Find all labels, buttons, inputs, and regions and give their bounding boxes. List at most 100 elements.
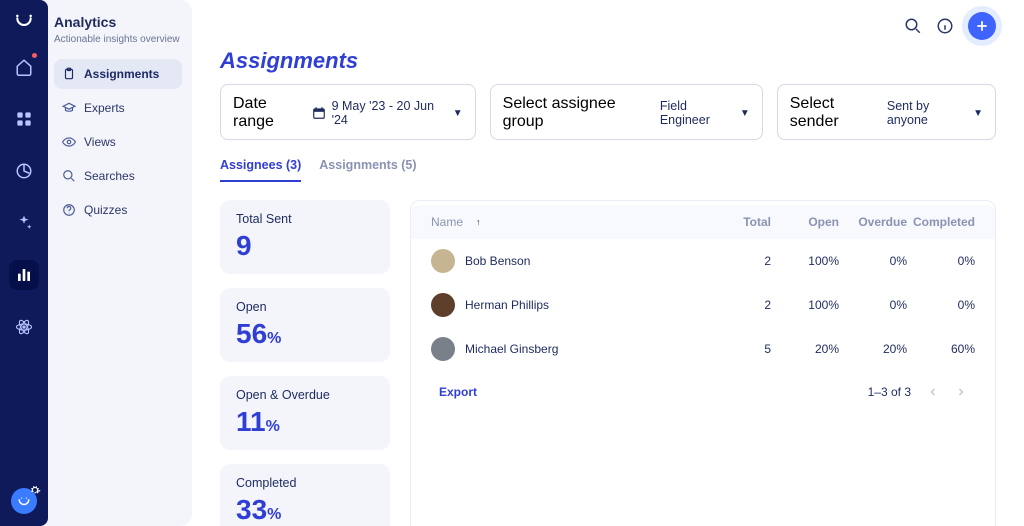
col-name[interactable]: Name↑ <box>431 215 703 229</box>
nav-rail <box>0 0 48 526</box>
chevron-down-icon: ▼ <box>453 108 463 119</box>
avatar <box>431 249 455 273</box>
filter-value: 9 May '23 - 20 Jun '24 <box>332 99 453 127</box>
col-overdue[interactable]: Overdue <box>839 215 907 229</box>
sidebar-item-label: Quizzes <box>84 203 127 217</box>
clipboard-icon <box>62 67 76 81</box>
sidebar-item-assignments[interactable]: Assignments <box>54 59 182 89</box>
search-button[interactable] <box>904 17 922 35</box>
stat-title: Total Sent <box>236 212 374 226</box>
cell-total: 5 <box>703 342 771 356</box>
chevron-down-icon: ▼ <box>973 108 983 119</box>
rail-atom[interactable] <box>9 312 39 342</box>
cell-overdue: 20% <box>839 342 907 356</box>
col-total[interactable]: Total <box>703 215 771 229</box>
filter-value: Field Engineer <box>660 99 740 127</box>
cell-total: 2 <box>703 298 771 312</box>
cell-overdue: 0% <box>839 298 907 312</box>
filter-assignee-group[interactable]: Select assignee group Field Engineer ▼ <box>490 84 763 140</box>
filter-date-range[interactable]: Date range 9 May '23 - 20 Jun '24 ▼ <box>220 84 476 140</box>
sidebar-item-searches[interactable]: Searches <box>54 161 182 191</box>
filter-label: Select assignee group <box>503 95 660 131</box>
cell-open: 100% <box>771 298 839 312</box>
cell-name: Bob Benson <box>465 254 530 268</box>
sidebar-item-label: Searches <box>84 169 135 183</box>
gear-icon <box>29 484 41 496</box>
sort-asc-icon: ↑ <box>476 217 481 227</box>
logo-icon <box>14 10 34 30</box>
stat-open-overdue: Open & Overdue 11% <box>220 376 390 450</box>
chevron-down-icon: ▼ <box>740 108 750 119</box>
rail-home[interactable] <box>9 52 39 82</box>
table-row[interactable]: Michael Ginsberg 5 20% 20% 60% <box>411 327 995 371</box>
assignees-table: Name↑ Total Open Overdue Completed Bob B… <box>410 200 996 526</box>
content: Assignments Date range 9 May '23 - 20 Ju… <box>192 0 1024 526</box>
sidebar-item-label: Assignments <box>84 67 159 81</box>
cell-overdue: 0% <box>839 254 907 268</box>
stat-completed: Completed 33% <box>220 464 390 526</box>
filter-label: Select sender <box>790 95 887 131</box>
sidebar: Analytics Actionable insights overview A… <box>44 0 192 526</box>
table-footer: Export 1–3 of 3 <box>411 371 995 413</box>
table-header: Name↑ Total Open Overdue Completed <box>411 205 995 239</box>
academic-cap-icon <box>62 101 76 115</box>
stat-value: 11 <box>236 406 266 437</box>
cell-total: 2 <box>703 254 771 268</box>
stat-title: Open & Overdue <box>236 388 374 402</box>
sidebar-item-views[interactable]: Views <box>54 127 182 157</box>
stat-unit: % <box>266 418 280 435</box>
col-open[interactable]: Open <box>771 215 839 229</box>
cell-completed: 60% <box>907 342 975 356</box>
page-title: Assignments <box>220 48 996 74</box>
notification-dot <box>32 53 37 58</box>
tab-assignees[interactable]: Assignees (3) <box>220 158 301 182</box>
stat-title: Completed <box>236 476 374 490</box>
info-button[interactable] <box>936 17 954 35</box>
avatar <box>431 337 455 361</box>
stat-value: 9 <box>236 230 252 261</box>
sidebar-item-quizzes[interactable]: Quizzes <box>54 195 182 225</box>
stat-unit: % <box>267 330 281 347</box>
help-circle-icon <box>62 203 76 217</box>
sidebar-item-label: Views <box>84 135 116 149</box>
sidebar-item-label: Experts <box>84 101 125 115</box>
page-prev[interactable] <box>927 386 939 398</box>
rail-profile[interactable] <box>9 486 39 516</box>
rail-apps[interactable] <box>9 104 39 134</box>
tab-bar: Assignees (3) Assignments (5) <box>220 158 996 182</box>
cell-name: Herman Phillips <box>465 298 549 312</box>
cell-open: 20% <box>771 342 839 356</box>
pager-range: 1–3 of 3 <box>868 385 911 399</box>
avatar-badge <box>11 488 37 514</box>
stat-title: Open <box>236 300 374 314</box>
sidebar-item-experts[interactable]: Experts <box>54 93 182 123</box>
stat-unit: % <box>267 506 281 523</box>
stat-value: 56 <box>236 318 267 349</box>
cell-completed: 0% <box>907 254 975 268</box>
eye-icon <box>62 135 76 149</box>
table-row[interactable]: Herman Phillips 2 100% 0% 0% <box>411 283 995 327</box>
calendar-icon <box>312 106 326 120</box>
search-icon <box>62 169 76 183</box>
stat-open: Open 56% <box>220 288 390 362</box>
export-button[interactable]: Export <box>439 385 477 399</box>
stat-value: 33 <box>236 494 267 525</box>
tab-assignments[interactable]: Assignments (5) <box>319 158 416 182</box>
cell-name: Michael Ginsberg <box>465 342 558 356</box>
add-button[interactable] <box>968 12 996 40</box>
cell-open: 100% <box>771 254 839 268</box>
filter-value: Sent by anyone <box>887 99 973 127</box>
rail-analytics[interactable] <box>9 260 39 290</box>
rail-chart[interactable] <box>9 156 39 186</box>
stats-column: Total Sent 9 Open 56% Open & Overdue 11%… <box>220 200 390 526</box>
filter-sender[interactable]: Select sender Sent by anyone ▼ <box>777 84 996 140</box>
rail-sparkle[interactable] <box>9 208 39 238</box>
table-row[interactable]: Bob Benson 2 100% 0% 0% <box>411 239 995 283</box>
filter-label: Date range <box>233 95 312 131</box>
sidebar-subtitle: Actionable insights overview <box>54 34 182 45</box>
topbar <box>904 12 996 40</box>
page-next[interactable] <box>955 386 967 398</box>
pagination: 1–3 of 3 <box>868 385 967 399</box>
filter-bar: Date range 9 May '23 - 20 Jun '24 ▼ Sele… <box>220 84 996 140</box>
col-completed[interactable]: Completed <box>907 215 975 229</box>
